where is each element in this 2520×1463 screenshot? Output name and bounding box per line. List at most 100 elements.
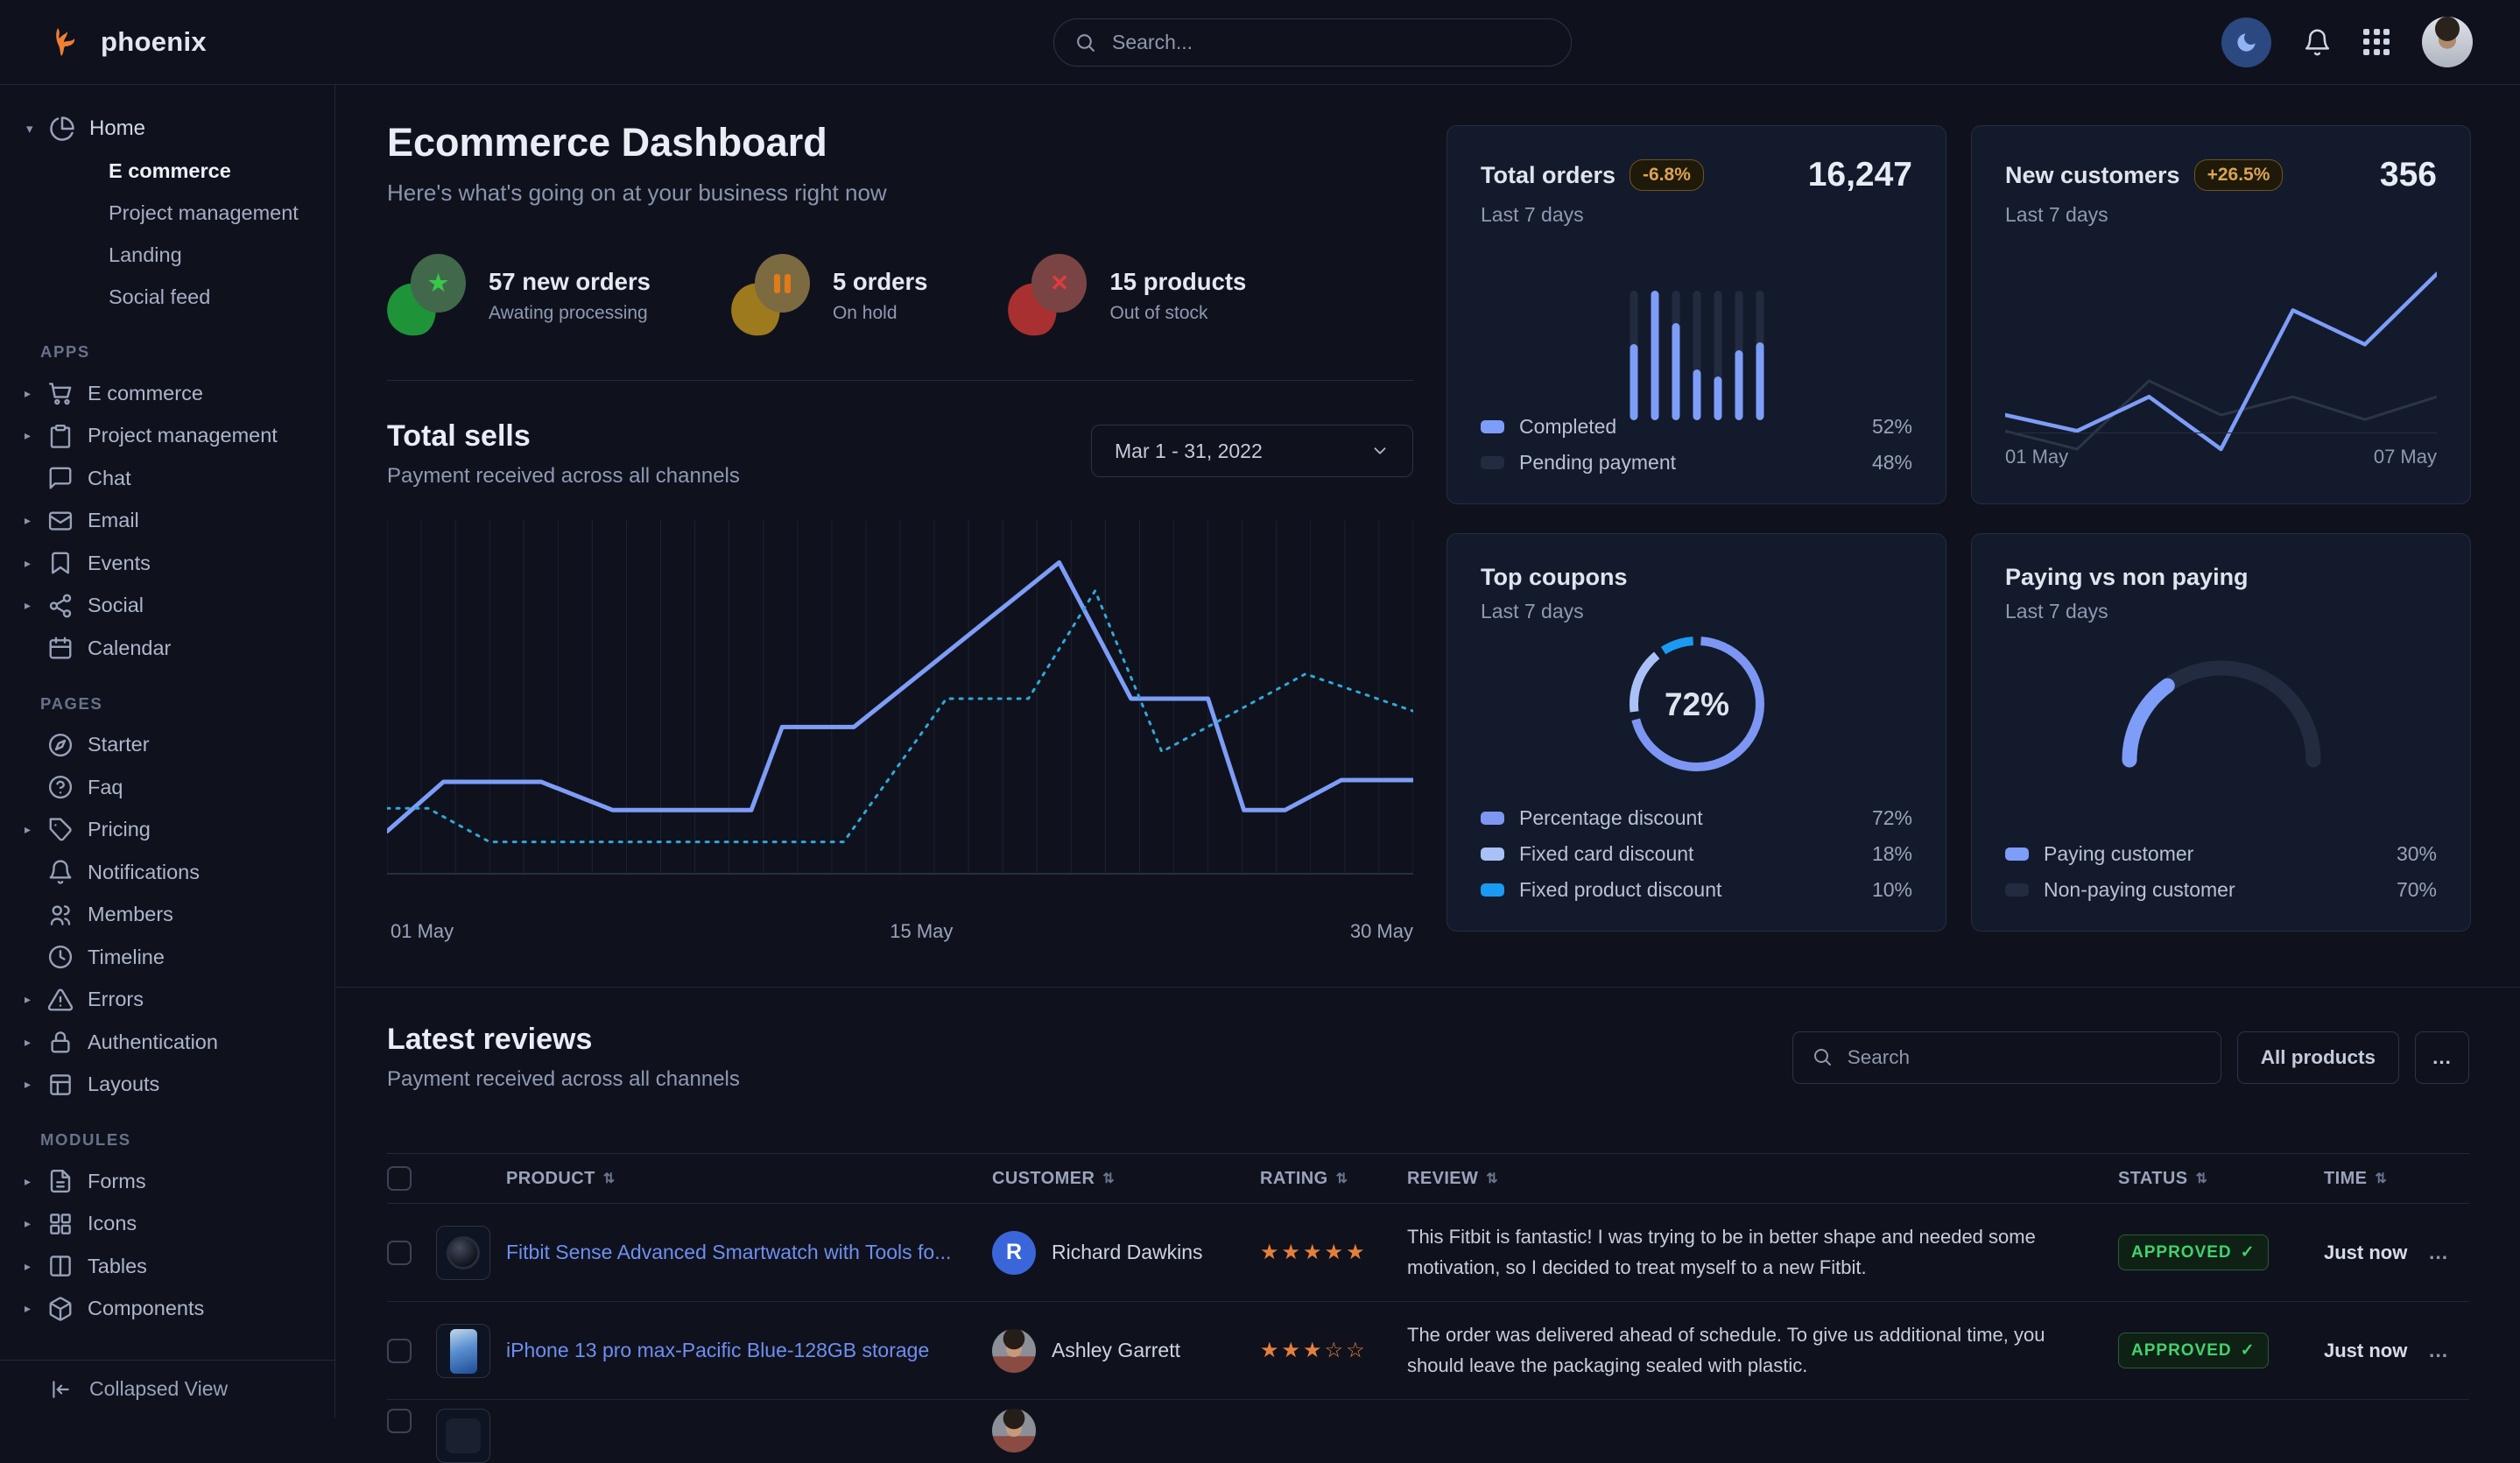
sidebar-item[interactable]: ▸ Forms bbox=[0, 1160, 334, 1203]
sidebar-item[interactable]: ▸ Components bbox=[0, 1288, 334, 1331]
sidebar-item-home[interactable]: ▾ Home bbox=[26, 108, 334, 150]
top-coupons-card: Top coupons Last 7 days 72% Percentage d… bbox=[1447, 533, 1946, 932]
legend-row: Non-paying customer70% bbox=[2005, 872, 2437, 908]
order-bar bbox=[1693, 291, 1700, 420]
sidebar-item[interactable]: ▸ Tables bbox=[0, 1245, 334, 1288]
sidebar-item[interactable]: ▸ E commerce bbox=[0, 372, 334, 415]
more-options-button[interactable]: ... bbox=[2415, 1031, 2469, 1084]
pause-icon bbox=[774, 274, 791, 293]
sidebar-item[interactable]: ▸ Members bbox=[0, 894, 334, 937]
review-time: Just now bbox=[2324, 1241, 2429, 1264]
product-thumbnail bbox=[436, 1409, 490, 1463]
sidebar-item[interactable]: ▸ Email bbox=[0, 500, 334, 543]
sidebar-item[interactable]: ▸ Notifications bbox=[0, 851, 334, 894]
caret-right-icon: ▸ bbox=[25, 428, 47, 443]
select-all-checkbox[interactable] bbox=[387, 1166, 412, 1191]
table-row[interactable]: iPhone 13 pro max-Pacific Blue-128GB sto… bbox=[387, 1302, 2469, 1400]
review-text: This Fitbit is fantastic! I was trying t… bbox=[1407, 1222, 2118, 1282]
sidebar-item[interactable]: ▸ Icons bbox=[0, 1203, 334, 1246]
search-icon bbox=[1812, 1046, 1833, 1067]
sidebar-item-label: Home bbox=[89, 116, 145, 141]
sidebar-subitem[interactable]: Landing bbox=[109, 234, 334, 276]
sidebar-item[interactable]: ▸ Timeline bbox=[0, 936, 334, 979]
row-more-icon[interactable]: ... bbox=[2429, 1241, 2471, 1264]
apps-grid-icon[interactable] bbox=[2363, 29, 2390, 56]
table-row[interactable]: ✓ bbox=[387, 1400, 2469, 1463]
card-title: Top coupons bbox=[1481, 564, 1627, 591]
user-avatar[interactable] bbox=[2422, 17, 2473, 67]
sidebar-section-pages: PAGES ▸ Starter ▸ Faq ▸ Pricing ▸ Notifi… bbox=[0, 694, 334, 1107]
sidebar-item[interactable]: ▸ Social bbox=[0, 585, 334, 628]
column-header-review[interactable]: REVIEW⇅ bbox=[1407, 1169, 2118, 1189]
coupons-donut-chart[interactable]: 72% bbox=[1618, 625, 1776, 783]
product-link[interactable]: iPhone 13 pro max-Pacific Blue-128GB sto… bbox=[506, 1336, 992, 1364]
column-header-time[interactable]: TIME⇅ bbox=[2324, 1169, 2429, 1189]
search-input[interactable] bbox=[1053, 18, 1572, 67]
column-header-customer[interactable]: CUSTOMER⇅ bbox=[992, 1169, 1260, 1189]
brand-logo[interactable]: phoenix bbox=[49, 23, 207, 61]
sidebar-subitem[interactable]: Project management bbox=[109, 192, 334, 234]
sidebar-item-label: E commerce bbox=[88, 382, 203, 405]
reviews-subtitle: Payment received across all channels bbox=[387, 1067, 740, 1092]
column-header-product[interactable]: PRODUCT⇅ bbox=[506, 1169, 992, 1189]
table-row[interactable]: Fitbit Sense Advanced Smartwatch with To… bbox=[387, 1204, 2469, 1302]
card-period: Last 7 days bbox=[2005, 203, 2437, 227]
top-navbar: phoenix bbox=[0, 0, 2520, 85]
sidebar-item-label: Layouts bbox=[88, 1073, 159, 1096]
collapsed-view-toggle[interactable]: Collapsed View bbox=[0, 1360, 334, 1417]
sidebar-item[interactable]: ▸ Project management bbox=[0, 415, 334, 458]
sidebar-item-label: Components bbox=[88, 1297, 204, 1320]
reviews-search-input[interactable] bbox=[1792, 1031, 2221, 1084]
product-link[interactable]: Fitbit Sense Advanced Smartwatch with To… bbox=[506, 1238, 992, 1266]
column-header-rating[interactable]: RATING⇅ bbox=[1260, 1169, 1407, 1189]
theme-toggle-button[interactable] bbox=[2221, 18, 2271, 67]
total-sells-chart[interactable] bbox=[387, 520, 1413, 897]
sidebar-item[interactable]: ▸ Chat bbox=[0, 457, 334, 500]
bell-icon[interactable] bbox=[2303, 28, 2332, 57]
row-checkbox[interactable] bbox=[387, 1241, 412, 1265]
paying-vs-nonpaying-card: Paying vs non paying Last 7 days Paying … bbox=[1971, 533, 2471, 932]
sidebar-item[interactable]: ▸ Authentication bbox=[0, 1021, 334, 1064]
sidebar: ▾ Home E commerceProject managementLandi… bbox=[0, 85, 335, 1417]
sidebar-item[interactable]: ▸ Events bbox=[0, 542, 334, 585]
section-divider bbox=[336, 987, 2520, 988]
legend-row: Pending payment48% bbox=[1481, 445, 1912, 481]
legend-swatch bbox=[1481, 812, 1504, 825]
date-range-select[interactable]: Mar 1 - 31, 2022 bbox=[1091, 425, 1413, 477]
caret-right-icon: ▸ bbox=[25, 1035, 47, 1050]
caret-right-icon: ▸ bbox=[25, 513, 47, 528]
bookmark-icon bbox=[47, 550, 74, 576]
sort-icon: ⇅ bbox=[1486, 1170, 1498, 1187]
sidebar-subitem[interactable]: Social feed bbox=[109, 276, 334, 318]
stat-orders-on-hold: 5 orders On hold bbox=[731, 254, 928, 338]
sidebar-item[interactable]: ▸ Starter bbox=[0, 724, 334, 767]
column-header-status[interactable]: STATUS⇅ bbox=[2118, 1169, 2324, 1189]
stat-new-orders: ★ 57 new orders Awating processing bbox=[387, 254, 651, 338]
product-thumbnail bbox=[436, 1324, 490, 1378]
caret-right-icon: ▸ bbox=[25, 992, 47, 1007]
sidebar-item[interactable]: ▸ Pricing bbox=[0, 809, 334, 852]
paying-gauge-chart[interactable] bbox=[2099, 637, 2344, 773]
sidebar-item[interactable]: ▸ Errors bbox=[0, 979, 334, 1022]
all-products-button[interactable]: All products bbox=[2237, 1031, 2399, 1084]
order-bar bbox=[1756, 291, 1763, 420]
sidebar-item[interactable]: ▸ Faq bbox=[0, 766, 334, 809]
check-icon: ✓ bbox=[2241, 1340, 2256, 1361]
chat-icon bbox=[47, 465, 74, 491]
sidebar-subitem[interactable]: E commerce bbox=[109, 150, 334, 192]
axis-label: 30 May bbox=[1350, 920, 1413, 943]
sidebar-item[interactable]: ▸ Calendar bbox=[0, 627, 334, 670]
row-more-icon[interactable]: ... bbox=[2429, 1339, 2471, 1362]
caret-right-icon: ▸ bbox=[25, 1077, 47, 1092]
sidebar-item[interactable]: ▸ Layouts bbox=[0, 1064, 334, 1107]
caret-right-icon: ▸ bbox=[25, 1301, 47, 1316]
out-of-stock-icon: ✕ bbox=[1008, 254, 1087, 338]
sidebar-item-label: Tables bbox=[88, 1255, 147, 1278]
x-icon: ✕ bbox=[1050, 270, 1069, 297]
order-bar bbox=[1714, 291, 1721, 420]
row-checkbox[interactable] bbox=[387, 1339, 412, 1363]
search-icon bbox=[1074, 32, 1096, 53]
row-checkbox[interactable] bbox=[387, 1409, 412, 1433]
order-bar bbox=[1651, 291, 1658, 420]
new-customers-card: New customers +26.5% 356 Last 7 days 01 … bbox=[1971, 125, 2471, 504]
